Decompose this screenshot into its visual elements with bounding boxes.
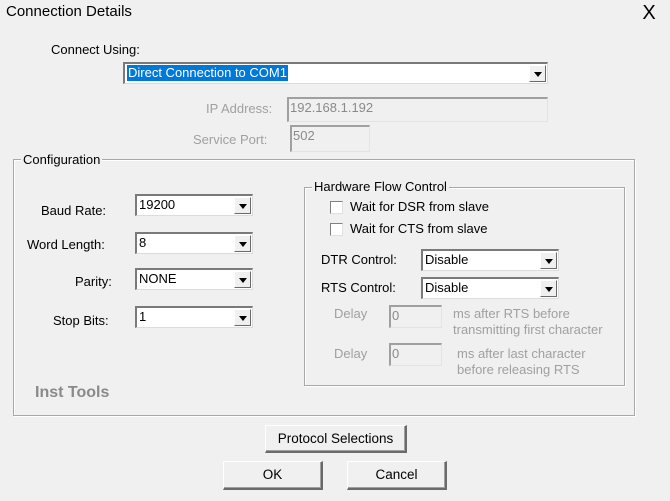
chevron-down-icon[interactable]	[540, 252, 557, 269]
connect-using-value: Direct Connection to COM1	[127, 65, 288, 81]
word-length-label: Word Length:	[27, 237, 105, 252]
baud-rate-dropdown[interactable]: 19200	[135, 194, 253, 216]
delay-release-field[interactable]: 0	[389, 343, 442, 366]
chevron-down-icon[interactable]	[529, 65, 546, 82]
delay-rts-label: Delay	[334, 306, 368, 321]
baud-rate-label: Baud Rate:	[41, 203, 107, 218]
chevron-down-icon[interactable]	[234, 271, 251, 288]
rts-control-value: Disable	[425, 280, 469, 295]
connect-using-label: Connect Using:	[51, 42, 140, 57]
parity-value: NONE	[139, 271, 177, 286]
configuration-title: Configuration	[21, 152, 103, 167]
stop-bits-dropdown[interactable]: 1	[135, 306, 253, 328]
wait-dsr-label[interactable]: Wait for DSR from slave	[350, 199, 489, 214]
close-icon[interactable]: X	[638, 0, 660, 26]
word-length-dropdown[interactable]: 8	[135, 232, 253, 254]
word-length-value: 8	[139, 235, 147, 250]
delay-rts-description: ms after RTS before transmitting first c…	[453, 306, 603, 338]
ok-button[interactable]: OK	[223, 461, 323, 490]
ip-address-field[interactable]: 192.168.1.192	[287, 97, 548, 122]
parity-dropdown[interactable]: NONE	[135, 268, 253, 290]
chevron-down-icon[interactable]	[234, 235, 251, 252]
window-title: Connection Details	[6, 3, 132, 20]
dtr-control-label: DTR Control:	[321, 252, 397, 267]
watermark-text: Inst Tools	[35, 384, 110, 401]
protocol-selections-button[interactable]: Protocol Selections	[265, 425, 407, 453]
connect-using-dropdown[interactable]: Direct Connection to COM1	[123, 62, 548, 84]
delay-release-desc-line2: before releasing RTS	[457, 362, 580, 377]
dtr-control-dropdown[interactable]: Disable	[421, 249, 559, 271]
wait-cts-checkbox[interactable]	[330, 223, 343, 236]
dtr-control-value: Disable	[425, 252, 469, 267]
parity-label: Parity:	[75, 274, 112, 289]
chevron-down-icon[interactable]	[234, 197, 251, 214]
ip-address-label: IP Address:	[206, 101, 273, 116]
chevron-down-icon[interactable]	[540, 280, 557, 297]
delay-rts-desc-line2: transmitting first character	[453, 322, 603, 337]
baud-rate-value: 19200	[139, 197, 176, 212]
wait-cts-label[interactable]: Wait for CTS from slave	[350, 221, 487, 236]
rts-control-label: RTS Control:	[321, 280, 396, 295]
delay-release-description: ms after last character before releasing…	[457, 346, 586, 378]
service-port-label: Service Port:	[193, 132, 268, 147]
stop-bits-value: 1	[139, 309, 147, 324]
chevron-down-icon[interactable]	[234, 309, 251, 326]
delay-release-desc-line1: ms after last character	[457, 346, 586, 361]
hardware-flow-control-title: Hardware Flow Control	[312, 179, 449, 194]
service-port-field[interactable]: 502	[290, 125, 370, 152]
delay-release-label: Delay	[334, 346, 368, 361]
cancel-button[interactable]: Cancel	[347, 461, 447, 490]
wait-dsr-checkbox[interactable]	[330, 201, 343, 214]
delay-rts-field[interactable]: 0	[389, 305, 442, 328]
stop-bits-label: Stop Bits:	[53, 313, 109, 328]
rts-control-dropdown[interactable]: Disable	[421, 277, 559, 299]
delay-rts-desc-line1: ms after RTS before	[453, 306, 570, 321]
